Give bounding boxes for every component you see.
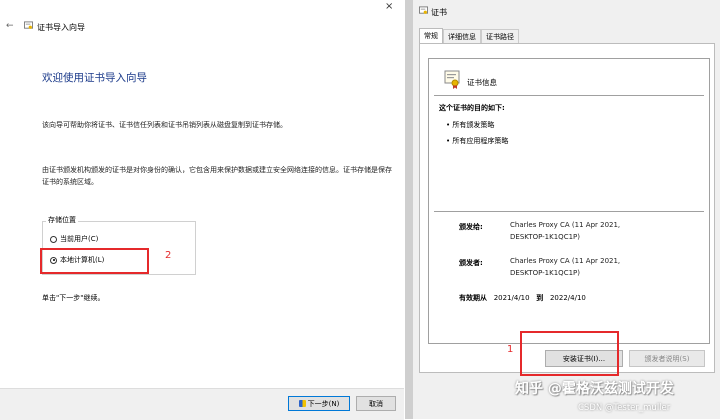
validity-period: 有效期从 2021/4/10 到 2022/4/10 bbox=[459, 293, 586, 303]
info-separator-bottom bbox=[434, 211, 704, 212]
wizard-title: 证书导入向导 bbox=[37, 23, 85, 32]
back-arrow-icon[interactable]: ← bbox=[6, 21, 14, 31]
wizard-description-text: 由证书颁发机构颁发的证书是对你身份的确认，它包含用来保护数据或建立安全网络连接的… bbox=[42, 166, 392, 186]
certificate-info-icon bbox=[444, 70, 460, 89]
annotation-box-local-machine bbox=[40, 248, 149, 274]
issuer-statement-button[interactable]: 颁发者说明(S) bbox=[629, 350, 705, 367]
window-divider bbox=[405, 0, 413, 419]
purpose-item: • 所有应用程序策略 bbox=[446, 137, 509, 145]
uac-shield-icon bbox=[298, 400, 306, 407]
valid-from: 2021/4/10 bbox=[493, 294, 530, 302]
radio-current-user[interactable]: 当前用户(C) bbox=[50, 234, 98, 244]
certificate-info-title: 证书信息 bbox=[467, 78, 497, 87]
info-separator-top bbox=[434, 95, 704, 96]
annotation-box-install bbox=[520, 331, 619, 376]
certificate-window-title: 证书 bbox=[431, 8, 447, 17]
zhihu-watermark: 知乎 @霍格沃兹测试开发 bbox=[515, 381, 674, 397]
radio-unselected-icon bbox=[50, 235, 57, 243]
issued-by-value: Charles Proxy CA (11 Apr 2021, DESKTOP-1… bbox=[510, 257, 621, 277]
certificate-title-icon bbox=[419, 6, 428, 14]
purpose-item: • 所有颁发策略 bbox=[446, 121, 495, 129]
tab-details[interactable]: 详细信息 bbox=[443, 29, 481, 44]
wizard-title-bar bbox=[0, 0, 404, 42]
purpose-heading: 这个证书的目的如下: bbox=[439, 104, 505, 112]
wizard-intro-text: 该向导可帮助你将证书、证书信任列表和证书吊销列表从磁盘复制到证书存储。 bbox=[42, 121, 287, 129]
import-wizard-window bbox=[0, 0, 404, 419]
certificate-tabs: 常规 详细信息 证书路径 bbox=[419, 28, 519, 45]
wizard-close-icon[interactable]: × bbox=[385, 1, 393, 12]
valid-to: 2022/4/10 bbox=[549, 294, 586, 302]
to-label: 到 bbox=[536, 294, 544, 302]
radio-current-user-label: 当前用户(C) bbox=[60, 235, 99, 243]
annotation-number-2: 2 bbox=[165, 250, 172, 261]
certificate-icon bbox=[24, 21, 33, 29]
issued-to-label: 颁发给: bbox=[459, 223, 483, 231]
next-button[interactable]: 下一步(N) bbox=[288, 396, 350, 411]
tab-certification-path[interactable]: 证书路径 bbox=[481, 29, 519, 44]
cancel-button[interactable]: 取消 bbox=[356, 396, 396, 411]
annotation-number-1: 1 bbox=[507, 344, 514, 355]
validity-label: 有效期从 bbox=[459, 294, 487, 302]
wizard-continue-text: 单击"下一步"继续。 bbox=[42, 294, 105, 302]
wizard-heading: 欢迎使用证书导入向导 bbox=[42, 72, 147, 84]
issued-by-label: 颁发者: bbox=[459, 259, 483, 267]
store-location-legend: 存储位置 bbox=[46, 215, 78, 225]
next-button-label: 下一步(N) bbox=[307, 399, 340, 408]
issued-to-value: Charles Proxy CA (11 Apr 2021, DESKTOP-1… bbox=[510, 221, 621, 241]
csdn-watermark: CSDN @Tester_muller bbox=[578, 403, 671, 413]
